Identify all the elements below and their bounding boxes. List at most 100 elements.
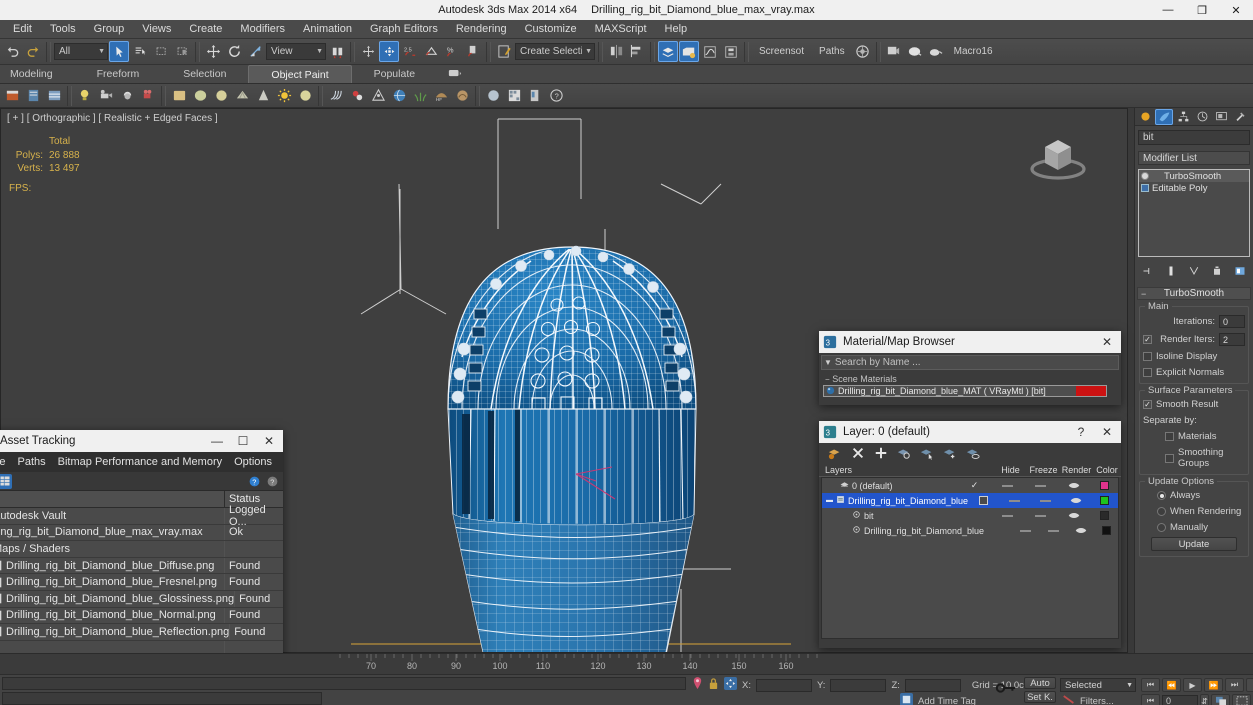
- undo-icon[interactable]: [2, 41, 22, 62]
- create-tab[interactable]: [1136, 109, 1154, 125]
- smoothing-groups-checkbox[interactable]: [1165, 453, 1174, 463]
- hide-toggle[interactable]: [1012, 529, 1040, 532]
- materials-checkbox[interactable]: [1165, 432, 1174, 441]
- asset-menu-options[interactable]: Options: [228, 454, 278, 470]
- render-production-icon[interactable]: [926, 41, 946, 62]
- freeze-toggle[interactable]: [1024, 514, 1057, 517]
- ribbon-tab-freeform[interactable]: Freeform: [75, 65, 162, 83]
- curve-editor-icon[interactable]: [700, 41, 720, 62]
- previous-key-icon[interactable]: ⏮: [1141, 694, 1160, 705]
- z-field[interactable]: [904, 678, 961, 692]
- material-map-browser-dialog[interactable]: 3 Material/Map Browser ✕ ▼ Search by Nam…: [819, 331, 1121, 405]
- maximize-button[interactable]: ☐: [233, 434, 253, 448]
- particle-flow-icon[interactable]: [368, 85, 388, 106]
- ribbon-display-options-icon[interactable]: [445, 62, 465, 83]
- use-pivot-point-center-icon[interactable]: [327, 41, 347, 62]
- paths-button[interactable]: Paths: [812, 46, 852, 57]
- current-layer-check[interactable]: ✓: [958, 480, 991, 491]
- selection-lock-pin-icon[interactable]: [692, 677, 703, 693]
- layer-color-swatch[interactable]: [1090, 481, 1118, 490]
- menu-item-tools[interactable]: Tools: [41, 21, 85, 37]
- table-view-icon[interactable]: [0, 473, 12, 489]
- environment-globe-icon[interactable]: [389, 85, 409, 106]
- isoline-display-checkbox[interactable]: [1143, 352, 1152, 361]
- go-to-end-icon[interactable]: ⏭: [1225, 678, 1244, 692]
- collapse-icon[interactable]: −: [1141, 289, 1146, 299]
- add-selection-to-layer-icon[interactable]: [873, 446, 888, 461]
- key-mode-icon[interactable]: ●: [1246, 678, 1253, 692]
- asset-row[interactable]: Drilling_rig_bit_Diamond_blue_Diffuse.pn…: [0, 557, 283, 575]
- auto-key-button[interactable]: Auto: [1024, 677, 1056, 689]
- asset-row[interactable]: Autodesk Vault Logged O...: [0, 504, 283, 528]
- render-toggle[interactable]: [1057, 481, 1090, 490]
- modify-tab[interactable]: [1155, 108, 1173, 125]
- menu-item-maxscript[interactable]: MAXScript: [586, 21, 656, 37]
- ribbon-tab-object-paint[interactable]: Object Paint: [248, 65, 352, 83]
- highlight-selected-objects-icon[interactable]: [942, 446, 957, 461]
- scene-materials-group-label[interactable]: − Scene Materials: [819, 372, 1121, 385]
- close-button[interactable]: ✕: [259, 434, 279, 448]
- hide-toggle[interactable]: [991, 484, 1024, 487]
- material-shell-icon[interactable]: [232, 85, 252, 106]
- hierarchy-tab[interactable]: [1174, 109, 1192, 125]
- selection-lock-toggle-icon[interactable]: [708, 677, 719, 693]
- x-field[interactable]: [755, 678, 812, 692]
- menu-item-group[interactable]: Group: [85, 21, 134, 37]
- remove-modifier-icon[interactable]: [1209, 264, 1224, 278]
- material-sphere-green-icon[interactable]: [190, 85, 210, 106]
- layer-list[interactable]: 0 (default) ✓ ▬ Drilling_rig_bit_Diamond…: [821, 477, 1119, 639]
- material-sphere-tan-icon[interactable]: [295, 85, 315, 106]
- play-animation-icon[interactable]: ▶: [1183, 678, 1202, 692]
- update-always-radio[interactable]: [1157, 491, 1166, 500]
- select-by-name-icon[interactable]: [130, 41, 150, 62]
- mirror-icon[interactable]: [606, 41, 626, 62]
- menu-item-modifiers[interactable]: Modifiers: [231, 21, 294, 37]
- next-frame-icon[interactable]: ⏩: [1204, 678, 1223, 692]
- redo-icon[interactable]: [23, 41, 43, 62]
- freeze-toggle[interactable]: [1030, 499, 1061, 502]
- macro-button[interactable]: Macro16: [947, 46, 1000, 57]
- modifier-stack-item-turbosmooth[interactable]: TurboSmooth: [1139, 170, 1249, 182]
- y-field[interactable]: [830, 678, 887, 692]
- explicit-normals-checkbox[interactable]: [1143, 368, 1152, 377]
- material-editor-icon[interactable]: [853, 41, 873, 62]
- hide-unhide-layer-icon[interactable]: [965, 446, 980, 461]
- window-crossing-toggle-icon[interactable]: [172, 41, 192, 62]
- snaps-toggle-icon[interactable]: [379, 41, 399, 62]
- freeze-toggle[interactable]: [1024, 484, 1057, 487]
- make-unique-icon[interactable]: [1186, 264, 1201, 278]
- ribbon-tab-selection[interactable]: Selection: [161, 65, 248, 83]
- ribbon-tab-polygon-modeling[interactable]: Modeling: [0, 65, 75, 83]
- asset-menu-bitmap-performance[interactable]: Bitmap Performance and Memory: [52, 454, 228, 470]
- ribbon-tab-populate[interactable]: Populate: [352, 65, 437, 83]
- zoom-region-icon[interactable]: [1232, 694, 1251, 705]
- asset-row[interactable]: Drilling_rig_bit_Diamond_blue_Glossiness…: [0, 590, 283, 608]
- minimize-button[interactable]: —: [1151, 0, 1185, 20]
- menu-item-graph-editors[interactable]: Graph Editors: [361, 21, 447, 37]
- target-light-icon[interactable]: [117, 85, 137, 106]
- render-setup-icon[interactable]: [884, 41, 904, 62]
- pin-stack-icon[interactable]: [1141, 264, 1156, 278]
- iterations-spinner[interactable]: 0: [1219, 315, 1245, 328]
- set-key-button[interactable]: Set K.: [1024, 691, 1056, 703]
- update-manually-radio[interactable]: [1157, 523, 1166, 532]
- menu-item-customize[interactable]: Customize: [516, 21, 586, 37]
- add-time-tag-label[interactable]: Add Time Tag: [918, 696, 976, 705]
- timeline-ruler[interactable]: 70 80 90 100 110 120 130 140 150 160: [0, 653, 1253, 674]
- update-button[interactable]: Update: [1151, 537, 1237, 551]
- asset-row[interactable]: Maps / Shaders: [0, 541, 283, 558]
- screenshot-button[interactable]: Screensot: [752, 46, 811, 57]
- filters-button[interactable]: Filters...: [1080, 696, 1114, 705]
- menu-item-edit[interactable]: Edit: [4, 21, 41, 37]
- close-button[interactable]: ✕: [1219, 0, 1253, 20]
- grass-icon[interactable]: [410, 85, 430, 106]
- help-icon[interactable]: ?: [546, 85, 566, 106]
- modifier-stack[interactable]: TurboSmooth Editable Poly: [1138, 169, 1250, 257]
- camera-target-icon[interactable]: [138, 85, 158, 106]
- display-tab[interactable]: [1212, 109, 1230, 125]
- layer-dialog[interactable]: 3 Layer: 0 (default) ? ✕ Layers Hide Fre…: [819, 421, 1121, 648]
- material-search-field[interactable]: ▼ Search by Name ...: [821, 355, 1119, 370]
- rectangular-selection-region-icon[interactable]: [151, 41, 171, 62]
- set-key-toggle-icon[interactable]: [1062, 694, 1076, 705]
- add-time-tag-icon[interactable]: [900, 693, 913, 705]
